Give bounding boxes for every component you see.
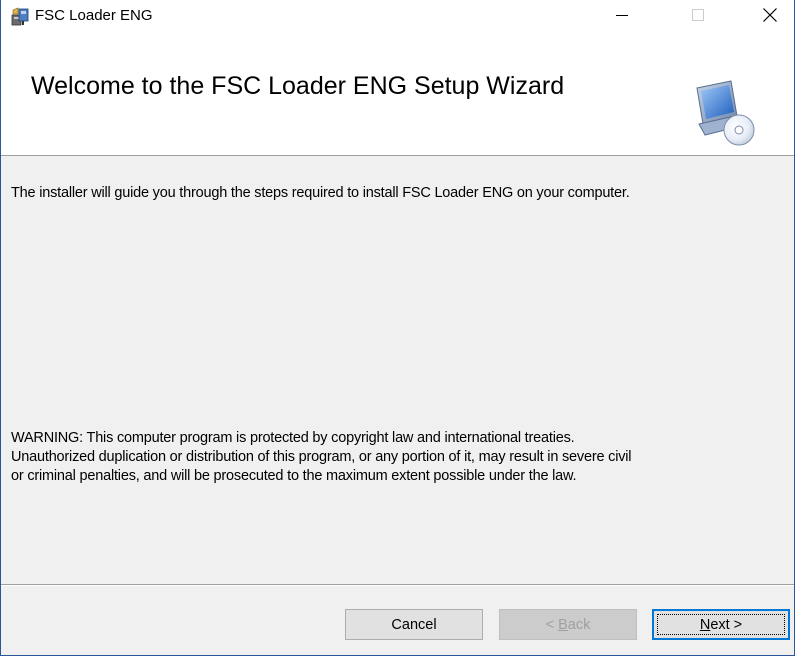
- maximize-icon: [692, 9, 704, 21]
- copyright-warning: WARNING: This computer program is protec…: [11, 429, 786, 486]
- focus-rectangle: [657, 614, 785, 635]
- computer-with-cd-icon: [691, 78, 761, 148]
- maximize-button[interactable]: [675, 0, 721, 30]
- warning-line: WARNING: This computer program is protec…: [11, 430, 575, 446]
- cancel-button[interactable]: Cancel: [345, 609, 483, 640]
- close-icon: [763, 8, 777, 22]
- wizard-footer: Cancel < Back Next >: [1, 584, 794, 657]
- wizard-banner: Welcome to the FSC Loader ENG Setup Wiza…: [1, 30, 794, 156]
- installer-icon: [10, 6, 30, 26]
- intro-text: The installer will guide you through the…: [11, 185, 630, 201]
- next-button[interactable]: Next >: [652, 609, 790, 640]
- cancel-button-label: Cancel: [391, 616, 437, 633]
- wizard-heading: Welcome to the FSC Loader ENG Setup Wiza…: [31, 72, 565, 100]
- minimize-icon: [616, 15, 628, 16]
- close-button[interactable]: [747, 0, 793, 30]
- back-button[interactable]: < Back: [499, 609, 637, 640]
- window-title: FSC Loader ENG: [35, 7, 153, 24]
- wizard-content: The installer will guide you through the…: [1, 156, 794, 584]
- warning-line: Unauthorized duplication or distribution…: [11, 449, 632, 465]
- back-button-label: < Back: [545, 616, 591, 633]
- minimize-button[interactable]: [599, 0, 645, 30]
- warning-line: or criminal penalties, and will be prose…: [11, 468, 577, 484]
- title-bar[interactable]: FSC Loader ENG: [1, 0, 794, 30]
- setup-wizard-window: FSC Loader ENG Welcome to the FSC Loader…: [0, 0, 795, 656]
